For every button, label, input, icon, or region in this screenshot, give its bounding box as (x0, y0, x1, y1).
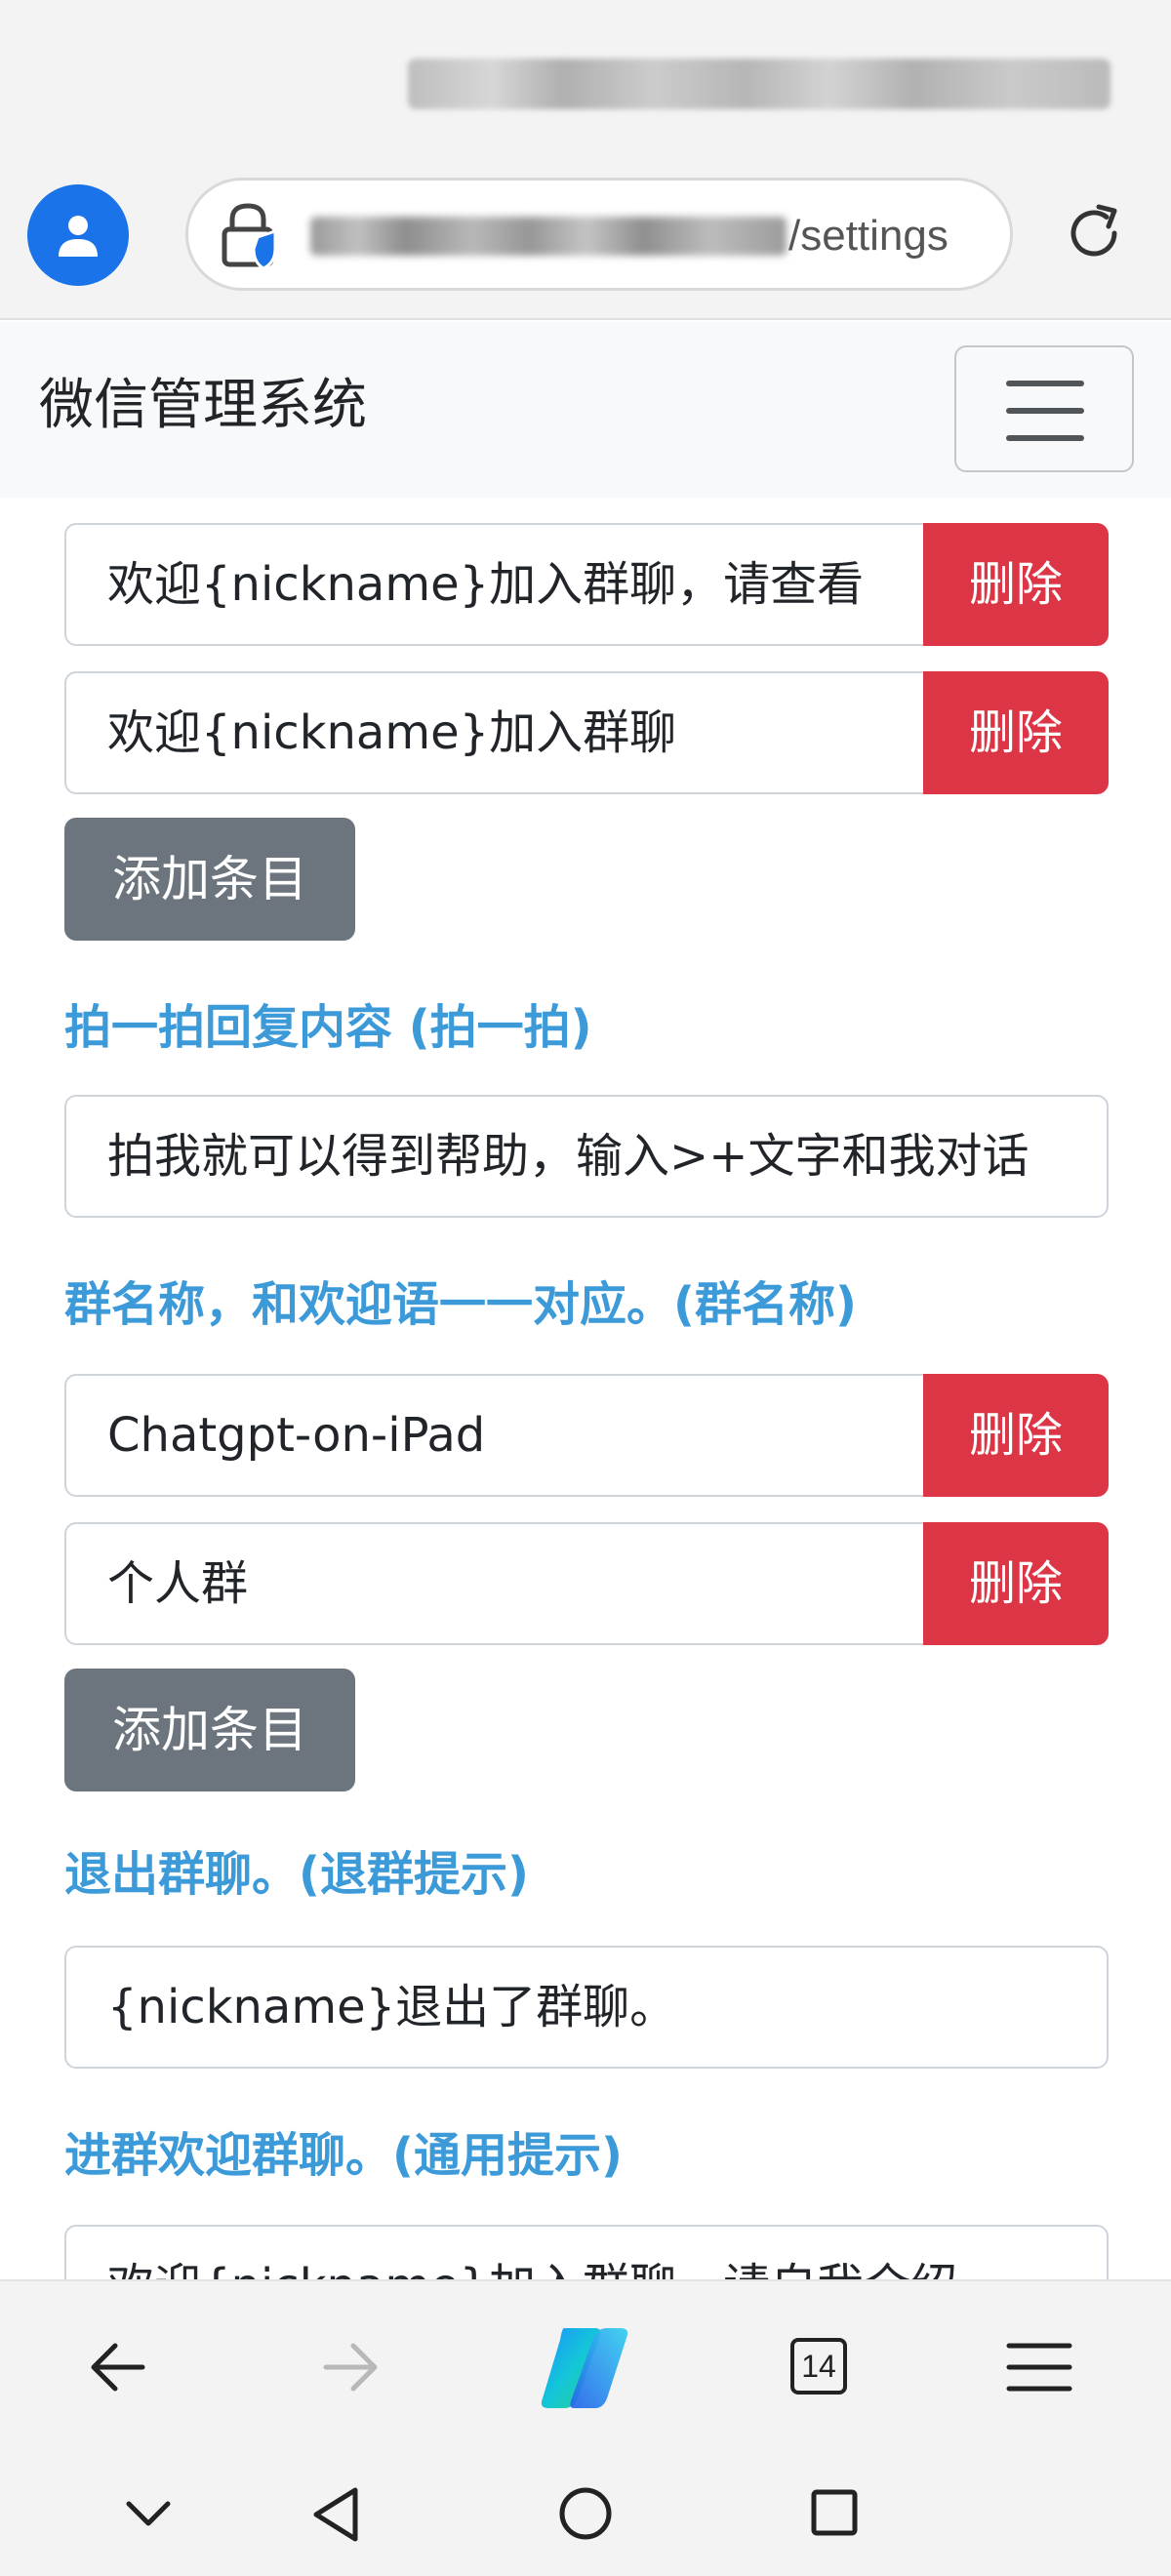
app-brand-title[interactable]: 微信管理系统 (39, 367, 367, 445)
welcome-entry-input[interactable]: 欢迎{nickname}加入群聊 (64, 671, 923, 794)
group-name-row: 个人群 删除 (64, 1522, 1109, 1645)
back-arrow-icon[interactable] (86, 2338, 148, 2396)
leave-group-input[interactable]: {nickname}退出了群聊。 (64, 1946, 1109, 2069)
general-welcome-input[interactable]: 欢迎{nickname}加入群聊，请自我介绍 (64, 2225, 1109, 2279)
leave-group-row: {nickname}退出了群聊。 (64, 1946, 1109, 2069)
lock-shield-icon[interactable] (219, 200, 283, 270)
status-bar (0, 0, 1171, 166)
delete-button[interactable]: 删除 (923, 1374, 1109, 1497)
pat-reply-input[interactable]: 拍我就可以得到帮助，输入>+文字和我对话 (64, 1095, 1109, 1218)
pat-reply-label: 拍一拍回复内容 (拍一拍) (64, 1000, 592, 1055)
add-entry-button[interactable]: 添加条目 (64, 1669, 355, 1791)
delete-button[interactable]: 删除 (923, 671, 1109, 794)
back-triangle-icon[interactable] (310, 2486, 361, 2543)
settings-form: 欢迎{nickname}加入群聊，请查看 删除 欢迎{nickname}加入群聊… (0, 498, 1171, 2279)
refresh-icon[interactable] (1060, 199, 1128, 267)
general-welcome-row: 欢迎{nickname}加入群聊，请自我介绍 (64, 2225, 1109, 2279)
delete-button[interactable]: 删除 (923, 1522, 1109, 1645)
group-name-input[interactable]: 个人群 (64, 1522, 923, 1645)
pat-reply-row: 拍我就可以得到帮助，输入>+文字和我对话 (64, 1095, 1109, 1218)
copilot-icon[interactable] (535, 2320, 636, 2414)
status-bar-blurred-info (408, 59, 1110, 109)
url-path-text[interactable]: /settings (788, 207, 949, 265)
url-host-blurred (310, 217, 787, 256)
add-entry-button[interactable]: 添加条目 (64, 818, 355, 941)
chevron-down-icon[interactable] (125, 2500, 172, 2529)
navbar-toggle-button[interactable] (954, 345, 1134, 472)
forward-arrow-icon[interactable] (320, 2338, 383, 2396)
welcome-entry-input[interactable]: 欢迎{nickname}加入群聊，请查看 (64, 523, 923, 646)
system-navigation-bar (0, 2451, 1171, 2576)
menu-icon[interactable] (1005, 2340, 1073, 2395)
home-circle-icon[interactable] (558, 2486, 613, 2541)
welcome-entry-row: 欢迎{nickname}加入群聊，请查看 删除 (64, 523, 1109, 646)
profile-avatar-icon[interactable] (27, 184, 129, 286)
group-name-row: Chatgpt-on-iPad 删除 (64, 1374, 1109, 1497)
group-name-input[interactable]: Chatgpt-on-iPad (64, 1374, 923, 1497)
hamburger-icon-bar (1006, 435, 1084, 441)
general-welcome-label: 进群欢迎群聊。(通用提示) (64, 2128, 623, 2183)
browser-bottom-toolbar: 14 (0, 2279, 1171, 2451)
group-names-label: 群名称，和欢迎语一一对应。(群名称) (64, 1277, 857, 1332)
welcome-entry-row: 欢迎{nickname}加入群聊 删除 (64, 671, 1109, 794)
hamburger-icon-bar (1006, 381, 1084, 386)
delete-button[interactable]: 删除 (923, 523, 1109, 646)
leave-group-label: 退出群聊。(退群提示) (64, 1847, 529, 1902)
tab-count-icon[interactable]: 14 (790, 2338, 847, 2395)
recents-square-icon[interactable] (810, 2488, 859, 2537)
hamburger-icon-bar (1006, 408, 1084, 414)
